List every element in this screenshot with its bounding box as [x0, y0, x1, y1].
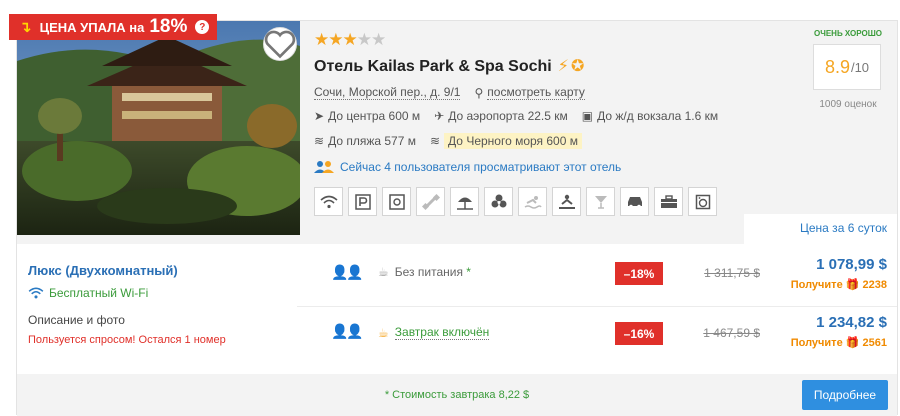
parking-icon: [348, 187, 377, 216]
room-name[interactable]: Люкс (Двухкомнатный): [28, 263, 178, 278]
price-drop-label: ЦЕНА УПАЛА на: [39, 19, 145, 35]
massage-icon: [552, 187, 581, 216]
details-button[interactable]: Подробнее: [802, 380, 888, 410]
navigation-arrow-icon: ➤: [314, 109, 325, 123]
waves-icon: ≋: [314, 134, 325, 148]
rating-max: /10: [850, 59, 870, 75]
spa-icon: [484, 187, 513, 216]
meal-label[interactable]: Завтрак включён: [394, 325, 490, 340]
viewers-text: Сейчас 4 пользователя просматривают этот…: [340, 160, 622, 174]
discount-badge: –18%: [615, 262, 663, 285]
offer-price[interactable]: 1 234,82 $: [762, 314, 887, 331]
distance-sea: До Черного моря 600 м: [444, 133, 582, 149]
bonus-label: Получите: [790, 337, 843, 349]
offer-bonus: Получите 🎁 2238: [762, 278, 887, 291]
star-icon: ★: [314, 30, 329, 49]
gift-icon: 🎁: [845, 279, 860, 291]
star-empty-icon: ★: [371, 30, 386, 49]
favorite-button[interactable]: [263, 27, 297, 61]
distances-row-1: ➤ До центра 600 м ✈ До аэропорта 22.5 км ▣…: [314, 109, 732, 123]
room-offers: Люкс (Двухкомнатный) Бесплатный Wi-Fi Оп…: [17, 244, 897, 374]
business-icon: [654, 187, 683, 216]
star-icon: ★: [342, 30, 358, 49]
map-link[interactable]: посмотреть карту: [487, 85, 585, 100]
down-arrow-icon: ↴: [19, 19, 32, 36]
pool-icon: [518, 187, 547, 216]
safe-icon: [382, 187, 411, 216]
gift-icon: 🎁: [845, 337, 860, 349]
hotel-name-row: Отель Kailas Park & Spa Sochi ⚡ ✪: [314, 56, 584, 76]
bonus-value: 2238: [862, 279, 887, 291]
hotel-address: Сочи, Морской пер., д. 9/1: [314, 85, 461, 100]
distance-airport: До аэропорта 22.5 км: [448, 109, 568, 123]
viewers-notice: Сейчас 4 пользователя просматривают этот…: [314, 160, 621, 174]
old-price: 1 311,75 $: [704, 266, 760, 280]
wifi-label: Бесплатный Wi-Fi: [49, 286, 149, 300]
taxi-icon: [620, 187, 649, 216]
star-icon: ★: [328, 30, 343, 49]
rating-label: ОЧЕНЬ ХОРОШО: [814, 29, 882, 38]
breakfast-cost-note: * Стоимость завтрака 8,22 $: [384, 389, 530, 401]
lightning-icon: ⚡: [557, 58, 569, 75]
hotel-photo[interactable]: [17, 21, 300, 235]
bar-icon: [586, 187, 615, 216]
hotel-stars: ★★★★★: [314, 30, 386, 50]
meal-icon: ☕: [378, 265, 389, 279]
map-pin-icon: ⚲: [474, 85, 484, 100]
beach-icon: [450, 187, 479, 216]
card-footer: * Стоимость завтрака 8,22 $ Подробнее: [17, 374, 897, 416]
award-icon: ✪: [570, 58, 585, 75]
room-details-link[interactable]: Описание и фото: [28, 313, 125, 327]
address-row: Сочи, Морской пер., д. 9/1 ⚲ посмотреть к…: [314, 85, 599, 100]
meal-footnote-mark: *: [466, 265, 471, 279]
wifi-icon: [28, 287, 44, 299]
room-wifi: Бесплатный Wi-Fi: [28, 286, 148, 300]
meal-label: Без питания: [394, 265, 463, 279]
hotel-card: ★★★★★ Отель Kailas Park & Spa Sochi ⚡ ✪ Со…: [9, 14, 898, 416]
rating-score-box[interactable]: 8.9/10: [813, 44, 881, 90]
meal-icon: ☕: [378, 325, 389, 340]
price-drop-badge: ↴ ЦЕНА УПАЛА на 18% ?: [9, 14, 218, 40]
distance-center: До центра 600 м: [328, 109, 421, 123]
price-period: Цена за 6 суток: [744, 214, 897, 244]
waves-icon: ≋: [429, 134, 441, 148]
price-drop-percent: 18%: [149, 16, 188, 37]
distances-row-2: ≋ До пляжа 577 м ≋ До Черного моря 600 м: [314, 133, 596, 149]
heart-icon: [264, 30, 296, 59]
fitness-icon: [416, 187, 445, 216]
occupancy-icon: 👤👤: [331, 264, 364, 280]
airplane-icon: ✈: [434, 109, 445, 123]
hotel-summary: ★★★★★ Отель Kailas Park & Spa Sochi ⚡ ✪ Со…: [17, 21, 897, 244]
old-price: 1 467,59 $: [703, 326, 760, 340]
train-icon: ▣: [581, 109, 594, 123]
users-icon: [314, 161, 334, 173]
hotel-photo-image: [17, 21, 300, 235]
offer-meal: ☕ Завтрак включён: [378, 325, 490, 340]
offer-bonus: Получите 🎁 2561: [762, 336, 887, 349]
rating-score: 8.9: [824, 56, 850, 77]
rating-block: ОЧЕНЬ ХОРОШО 8.9/10 1009 оценок: [803, 26, 893, 116]
wifi-icon: [314, 187, 343, 216]
rating-count: 1009 оценок: [819, 99, 877, 110]
star-empty-icon: ★: [356, 30, 372, 49]
distance-beach: До пляжа 577 м: [328, 134, 416, 148]
hotel-info: ★★★★★ Отель Kailas Park & Spa Sochi ⚡ ✪ Со…: [314, 21, 794, 235]
amenities-list: [314, 187, 722, 216]
offer-price[interactable]: 1 078,99 $: [762, 256, 887, 273]
discount-badge: –16%: [615, 322, 663, 345]
occupancy-icon: 👤👤: [331, 323, 364, 339]
bonus-label: Получите: [790, 279, 843, 291]
offer-meal: ☕ Без питания *: [378, 265, 471, 279]
help-icon[interactable]: ?: [195, 20, 210, 34]
hotel-name[interactable]: Отель Kailas Park & Spa Sochi: [314, 58, 552, 75]
offer-divider: [297, 306, 897, 307]
bonus-value: 2561: [862, 337, 887, 349]
distance-station: До ж/д вокзала 1.6 км: [597, 109, 719, 123]
laundry-icon: [688, 187, 717, 216]
demand-notice: Пользуется спросом! Остался 1 номер: [28, 334, 226, 346]
